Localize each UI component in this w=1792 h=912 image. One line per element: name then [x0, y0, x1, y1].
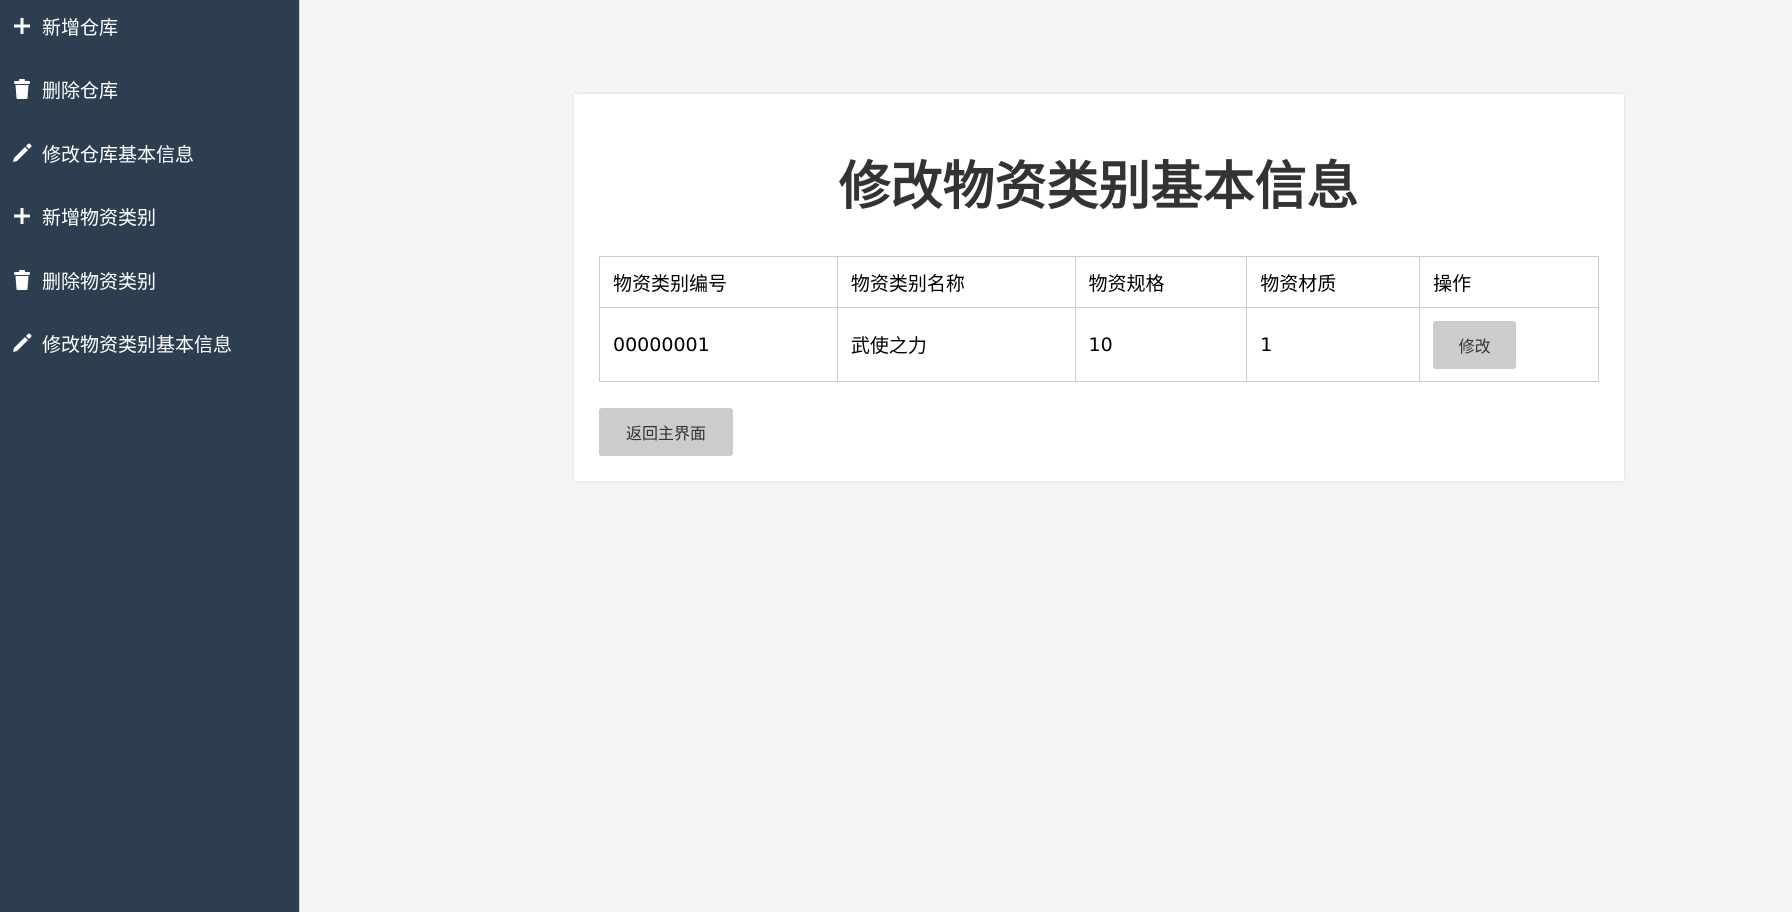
trash-icon [12, 270, 32, 290]
cell-category-id: 00000001 [599, 307, 838, 382]
sidebar-item-delete-category[interactable]: 删除物资类别 [0, 260, 299, 300]
cell-material: 1 [1246, 307, 1421, 382]
sidebar-item-label: 新增仓库 [42, 16, 119, 39]
column-header-id: 物资类别编号 [599, 256, 838, 308]
sidebar-item-label: 修改仓库基本信息 [42, 143, 195, 166]
plus-icon [12, 206, 32, 226]
cell-spec: 10 [1074, 307, 1248, 382]
cell-action: 修改 [1419, 307, 1599, 382]
content-card: 修改物资类别基本信息 物资类别编号 物资类别名称 物资规格 物资材质 操作 00… [574, 94, 1624, 481]
plus-icon [12, 16, 32, 36]
sidebar-item-label: 修改物资类别基本信息 [42, 333, 233, 356]
trash-icon [12, 79, 32, 99]
sidebar-item-label: 删除物资类别 [42, 270, 157, 293]
column-header-name: 物资类别名称 [836, 256, 1076, 308]
sidebar-item-label: 新增物资类别 [42, 206, 157, 229]
category-table: 物资类别编号 物资类别名称 物资规格 物资材质 操作 00000001 武使之力… [599, 256, 1599, 382]
sidebar-item-add-category[interactable]: 新增物资类别 [0, 196, 299, 236]
cell-category-name: 武使之力 [836, 307, 1076, 382]
table-header-row: 物资类别编号 物资类别名称 物资规格 物资材质 操作 [599, 256, 1599, 308]
sidebar-item-label: 删除仓库 [42, 79, 119, 102]
sidebar-item-add-warehouse[interactable]: 新增仓库 [0, 6, 299, 46]
pencil-icon [12, 333, 32, 353]
back-to-main-button[interactable]: 返回主界面 [599, 408, 733, 456]
column-header-action: 操作 [1419, 256, 1599, 308]
sidebar-item-edit-warehouse[interactable]: 修改仓库基本信息 [0, 133, 299, 173]
sidebar: 新增仓库 删除仓库 修改仓库基本信息 新增物资类别 删除物资类别 修改物资类别基… [0, 0, 300, 912]
sidebar-item-delete-warehouse[interactable]: 删除仓库 [0, 69, 299, 109]
column-header-material: 物资材质 [1246, 256, 1421, 308]
page-title: 修改物资类别基本信息 [838, 157, 1359, 217]
column-header-spec: 物资规格 [1074, 256, 1248, 308]
table-row: 00000001 武使之力 10 1 修改 [599, 307, 1599, 382]
edit-button[interactable]: 修改 [1433, 320, 1517, 369]
sidebar-item-edit-category[interactable]: 修改物资类别基本信息 [0, 323, 299, 363]
pencil-icon [12, 143, 32, 163]
